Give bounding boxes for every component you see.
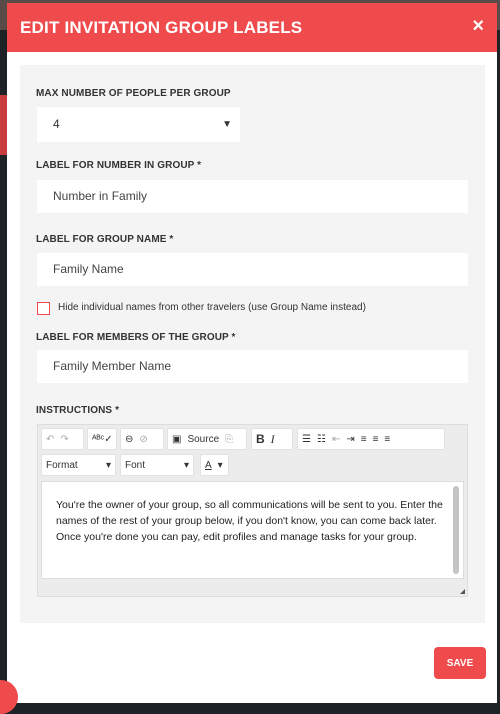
form-panel: MAX NUMBER OF PEOPLE PER GROUP 4 ▼ LABEL … xyxy=(20,65,485,623)
source-group: ▣ Source ⎘ xyxy=(167,428,247,450)
source-button[interactable]: Source xyxy=(187,434,219,445)
members-label-input[interactable]: Family Member Name xyxy=(37,350,468,383)
close-icon[interactable]: × xyxy=(472,15,484,38)
bullet-list-icon[interactable]: ☷ xyxy=(317,434,326,445)
caret-down-icon: ▼ xyxy=(222,119,232,130)
unlink-icon[interactable]: ⊘ xyxy=(139,434,147,445)
group-name-label: LABEL FOR GROUP NAME * xyxy=(36,234,174,245)
paragraph-group: ☰ ☷ ⇤ ⇥ ≡ ≡ ≡ xyxy=(297,428,445,450)
undo-icon[interactable]: ↶ xyxy=(46,434,54,445)
link-icon[interactable]: ⊖ xyxy=(125,434,133,445)
rich-text-editor: ↶ ↷ ᴬᴮᶜ✓ ⊖ ⊘ ▣ Source ⎘ BI ☰ ☷ ⇤ ⇥ ≡ ≡ ≡ Format ▾ F… xyxy=(37,424,468,597)
font-label: Font xyxy=(125,459,146,471)
number-label-label: LABEL FOR NUMBER IN GROUP * xyxy=(36,160,202,171)
indent-icon[interactable]: ⇥ xyxy=(346,434,354,445)
number-label-input[interactable]: Number in Family xyxy=(37,180,468,213)
select-value: 4 xyxy=(53,117,60,131)
align-left-icon[interactable]: ≡ xyxy=(361,434,367,445)
max-people-label: MAX NUMBER OF PEOPLE PER GROUP xyxy=(36,88,231,99)
max-people-select[interactable]: 4 ▼ xyxy=(37,107,240,142)
align-center-icon[interactable]: ≡ xyxy=(373,434,379,445)
bold-button[interactable]: B xyxy=(256,432,265,446)
caret-down-icon: ▾ xyxy=(183,459,189,471)
group-name-input[interactable]: Family Name xyxy=(37,253,468,286)
font-dropdown[interactable]: Font ▾ xyxy=(120,454,194,476)
align-right-icon[interactable]: ≡ xyxy=(384,434,390,445)
source-icon: ▣ xyxy=(172,433,182,445)
hide-names-label: Hide individual names from other travele… xyxy=(58,302,366,313)
text-color-dropdown[interactable]: A ▾ xyxy=(200,454,229,476)
outdent-icon[interactable]: ⇤ xyxy=(332,434,340,445)
instructions-label: INSTRUCTIONS * xyxy=(36,405,120,416)
hide-names-checkbox[interactable] xyxy=(37,302,50,315)
resize-handle-icon[interactable] xyxy=(460,589,465,594)
italic-button[interactable]: I xyxy=(271,432,275,447)
save-button[interactable]: SAVE xyxy=(434,647,486,679)
redo-icon[interactable]: ↷ xyxy=(60,434,68,445)
paste-icon[interactable]: ⎘ xyxy=(225,434,233,445)
format-dropdown[interactable]: Format ▾ xyxy=(41,454,116,476)
members-label-label: LABEL FOR MEMBERS OF THE GROUP * xyxy=(36,332,236,343)
scrollbar[interactable] xyxy=(453,486,459,574)
instructions-text: You're the owner of your group, so all c… xyxy=(56,499,443,543)
spellcheck-icon[interactable]: ᴬᴮᶜ✓ xyxy=(87,428,117,450)
caret-down-icon: ▾ xyxy=(105,459,111,471)
style-group: BI xyxy=(251,428,293,450)
link-group: ⊖ ⊘ xyxy=(120,428,164,450)
text-color-icon: A xyxy=(205,459,212,471)
caret-down-icon: ▾ xyxy=(217,459,223,471)
format-label: Format xyxy=(46,459,78,471)
edit-group-labels-modal: EDIT INVITATION GROUP LABELS × MAX NUMBE… xyxy=(7,3,497,703)
numbered-list-icon[interactable]: ☰ xyxy=(302,434,311,445)
history-group: ↶ ↷ xyxy=(41,428,84,450)
modal-header: EDIT INVITATION GROUP LABELS × xyxy=(7,3,497,52)
modal-title: EDIT INVITATION GROUP LABELS xyxy=(20,18,303,37)
editor-content[interactable]: You're the owner of your group, so all c… xyxy=(41,481,464,579)
